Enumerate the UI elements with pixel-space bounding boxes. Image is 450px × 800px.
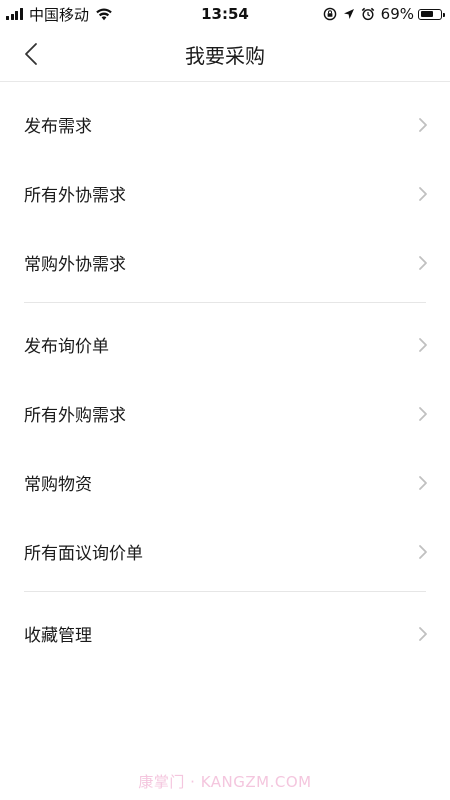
chevron-right-icon (419, 187, 427, 201)
chevron-right-icon (419, 545, 427, 559)
menu-item-all-outsource-demands[interactable]: 所有外协需求 (0, 159, 450, 228)
status-right: 69% (317, 0, 445, 28)
battery-icon (418, 8, 445, 20)
menu-item-label: 所有面议询价单 (24, 544, 143, 564)
menu-item-publish-demand[interactable]: 发布需求 (0, 90, 450, 159)
alarm-icon (361, 7, 374, 21)
nav-bar: 我要采购 (0, 28, 450, 82)
battery-percent: 69% (380, 5, 414, 23)
menu-item-label: 发布需求 (24, 117, 92, 137)
chevron-right-icon (419, 627, 427, 641)
menu-item-label: 收藏管理 (24, 626, 92, 646)
menu-item-label: 所有外购需求 (24, 406, 126, 426)
menu-item-all-purchase-demands[interactable]: 所有外购需求 (0, 379, 450, 448)
chevron-right-icon (419, 338, 427, 352)
menu-item-all-negotiable-inquiries[interactable]: 所有面议询价单 (0, 517, 450, 586)
page-title: 我要采购 (185, 44, 265, 68)
section-divider (24, 302, 426, 303)
watermark: 康掌门 · KANGZM.COM (138, 773, 312, 791)
menu-item-favorites-management[interactable]: 收藏管理 (0, 599, 450, 668)
chevron-right-icon (419, 407, 427, 421)
menu-item-label: 常购物资 (24, 475, 92, 495)
battery-level (420, 11, 433, 17)
location-arrow-icon (343, 9, 354, 19)
menu-item-label: 常购外协需求 (24, 255, 126, 275)
chevron-right-icon (419, 118, 427, 132)
chevron-right-icon (419, 476, 427, 490)
status-bar: 中国移动 13:54 69% (0, 0, 450, 28)
menu-item-label: 所有外协需求 (24, 186, 126, 206)
purchase-page: 中国移动 13:54 69% 我要采购 发布需求 所有外协需求 常购外协需求 发… (0, 0, 450, 800)
orientation-lock-icon (323, 7, 336, 21)
chevron-right-icon (419, 256, 427, 270)
menu-item-frequent-outsource-demands[interactable]: 常购外协需求 (0, 228, 450, 297)
menu-item-publish-inquiry[interactable]: 发布询价单 (0, 310, 450, 379)
menu-item-frequent-materials[interactable]: 常购物资 (0, 448, 450, 517)
menu-item-label: 发布询价单 (24, 337, 109, 357)
section-divider (24, 591, 426, 592)
